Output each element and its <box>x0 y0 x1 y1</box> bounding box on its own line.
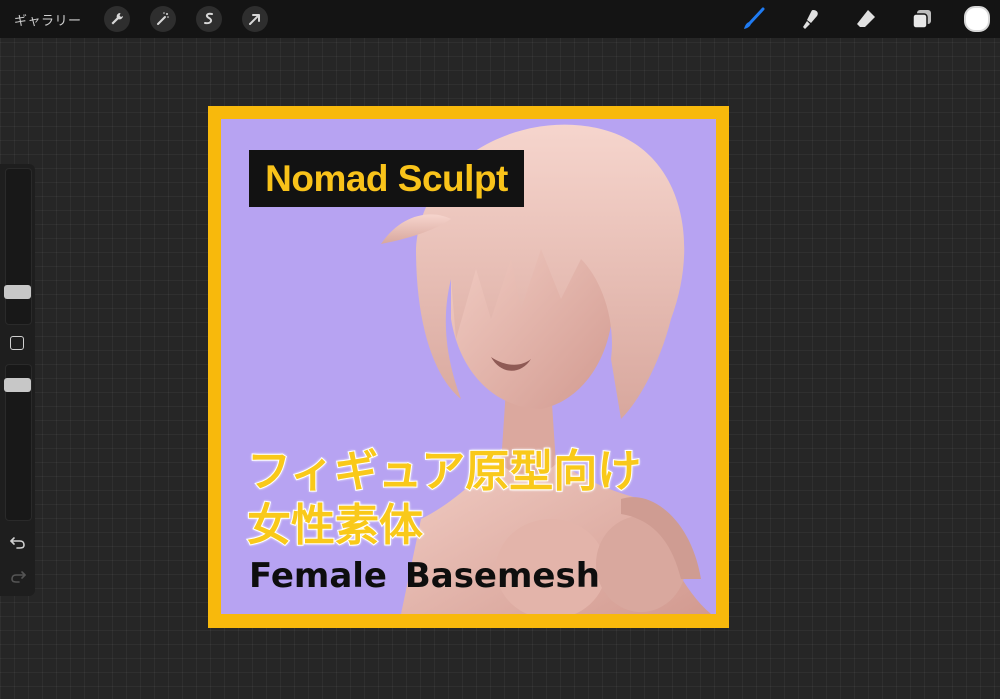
gallery-button[interactable]: ギャラリー <box>14 10 82 29</box>
color-picker-button[interactable] <box>964 6 990 32</box>
opacity-handle[interactable] <box>4 378 31 392</box>
adjustments-button[interactable] <box>149 6 176 32</box>
brush-size-slider[interactable] <box>4 168 32 325</box>
selection-icon <box>203 12 213 25</box>
magic-wand-icon <box>156 12 169 25</box>
brush-icon <box>744 7 765 29</box>
canvas-artwork[interactable]: Nomad Sculpt フィギュア原型向け 女性素体 Female Basem… <box>208 106 729 628</box>
transform-arrow-icon <box>248 14 260 25</box>
sidebar <box>0 164 35 596</box>
actions-button[interactable] <box>103 6 130 32</box>
layers-button[interactable] <box>908 5 936 33</box>
smudge-icon <box>803 10 818 29</box>
english-subtitle: Female Basemesh <box>249 556 600 596</box>
selection-button[interactable] <box>195 6 222 32</box>
smudge-tool-button[interactable] <box>796 5 824 33</box>
eraser-tool-button[interactable] <box>852 5 880 33</box>
brush-size-handle[interactable] <box>4 285 31 299</box>
japanese-subtitle-line2: 女性素体 <box>246 499 424 552</box>
artwork-title: Nomad Sculpt <box>265 157 508 199</box>
opacity-slider[interactable] <box>4 364 32 521</box>
redo-icon[interactable] <box>9 568 27 584</box>
modify-square-icon[interactable] <box>10 336 24 350</box>
artwork-background: Nomad Sculpt フィギュア原型向け 女性素体 Female Basem… <box>221 119 716 614</box>
undo-icon[interactable] <box>9 534 27 550</box>
layers-icon <box>912 10 931 29</box>
tool-group <box>740 0 1000 38</box>
transform-button[interactable] <box>241 6 268 32</box>
title-badge: Nomad Sculpt <box>249 150 524 207</box>
eraser-icon <box>857 10 875 27</box>
top-toolbar: ギャラリー <box>0 0 1000 38</box>
brush-tool-button[interactable] <box>740 5 768 33</box>
wrench-icon <box>111 13 123 25</box>
